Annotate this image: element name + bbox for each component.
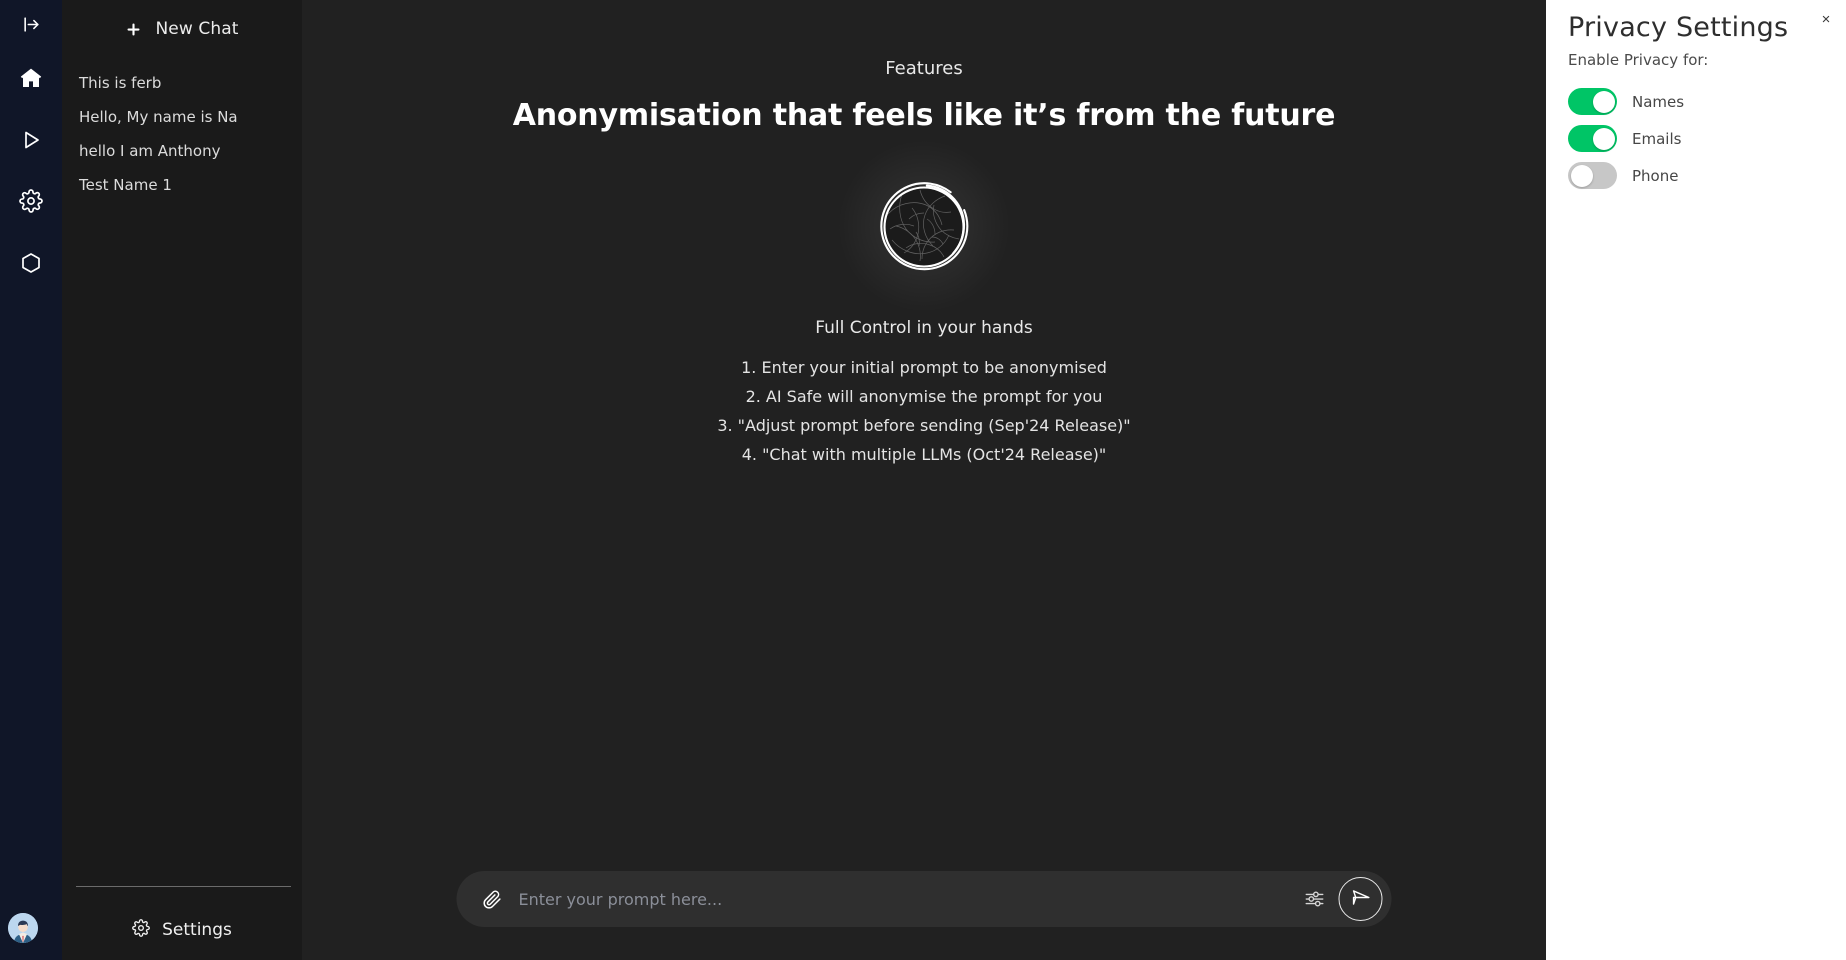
brand-logo [824, 136, 1024, 316]
toggle-label-names: Names [1632, 92, 1685, 111]
toggle-knob [1592, 90, 1615, 113]
toggle-label-emails: Emails [1632, 129, 1682, 148]
toggle-knob [1592, 127, 1615, 150]
new-chat-button[interactable]: New Chat [62, 12, 302, 46]
feature-steps: Full Control in your hands 1. Enter your… [302, 318, 1546, 469]
sidebar-settings-label: Settings [162, 920, 232, 940]
prompt-bar [456, 871, 1392, 927]
hexagon-icon[interactable] [0, 248, 62, 278]
chat-history-list: This is ferb Hello, My name is Na hello … [62, 66, 302, 202]
chat-sidebar: New Chat This is ferb Hello, My name is … [62, 0, 302, 960]
close-icon[interactable]: × [1816, 9, 1836, 29]
list-item[interactable]: hello I am Anthony [62, 134, 302, 168]
play-icon[interactable] [0, 125, 62, 155]
send-icon [1350, 887, 1371, 911]
app-root: New Chat This is ferb Hello, My name is … [0, 0, 1846, 960]
new-chat-label: New Chat [155, 19, 239, 39]
gear-icon[interactable] [0, 186, 62, 216]
toggle-knob [1570, 164, 1593, 187]
toggle-emails[interactable] [1568, 125, 1617, 152]
list-item[interactable]: Hello, My name is Na [62, 100, 302, 134]
home-icon[interactable] [0, 63, 62, 93]
sidebar-settings-button[interactable]: Settings [62, 912, 302, 948]
privacy-settings-panel: Privacy Settings × Enable Privacy for: N… [1546, 0, 1846, 960]
privacy-toggle-row-names: Names [1568, 83, 1830, 120]
privacy-toggle-row-phone: Phone [1568, 157, 1830, 194]
toggle-label-phone: Phone [1632, 166, 1679, 185]
send-button[interactable] [1338, 877, 1383, 921]
toggle-names[interactable] [1568, 88, 1617, 115]
page-title: Anonymisation that feels like it’s from … [512, 98, 1336, 133]
sidebar-divider [76, 886, 291, 887]
steps-heading: Full Control in your hands [815, 318, 1033, 338]
gear-icon [132, 919, 150, 941]
main-content: Features Anonymisation that feels like i… [302, 0, 1546, 960]
list-item[interactable]: Test Name 1 [62, 168, 302, 202]
list-item[interactable]: This is ferb [62, 66, 302, 100]
sliders-icon[interactable] [1301, 885, 1329, 913]
privacy-panel-subtitle: Enable Privacy for: [1568, 51, 1709, 69]
privacy-toggle-row-emails: Emails [1568, 120, 1830, 157]
icon-rail [0, 0, 62, 960]
step-item: 1. Enter your initial prompt to be anony… [741, 358, 1107, 377]
sketch-globe-icon [880, 182, 969, 271]
step-item: 4. "Chat with multiple LLMs (Oct'24 Rele… [741, 445, 1107, 464]
features-eyebrow: Features [885, 58, 963, 79]
search-input[interactable] [518, 889, 1301, 909]
plus-icon [125, 21, 142, 38]
step-item: 3. "Adjust prompt before sending (Sep'24… [717, 416, 1131, 435]
toggle-phone[interactable] [1568, 162, 1617, 189]
paperclip-icon[interactable] [479, 886, 505, 912]
collapse-expand-icon[interactable] [0, 10, 62, 38]
avatar[interactable] [8, 913, 38, 943]
privacy-panel-title: Privacy Settings [1568, 12, 1789, 43]
step-item: 2. AI Safe will anonymise the prompt for… [745, 387, 1103, 406]
privacy-toggle-list: Names Emails Phone [1568, 83, 1830, 194]
